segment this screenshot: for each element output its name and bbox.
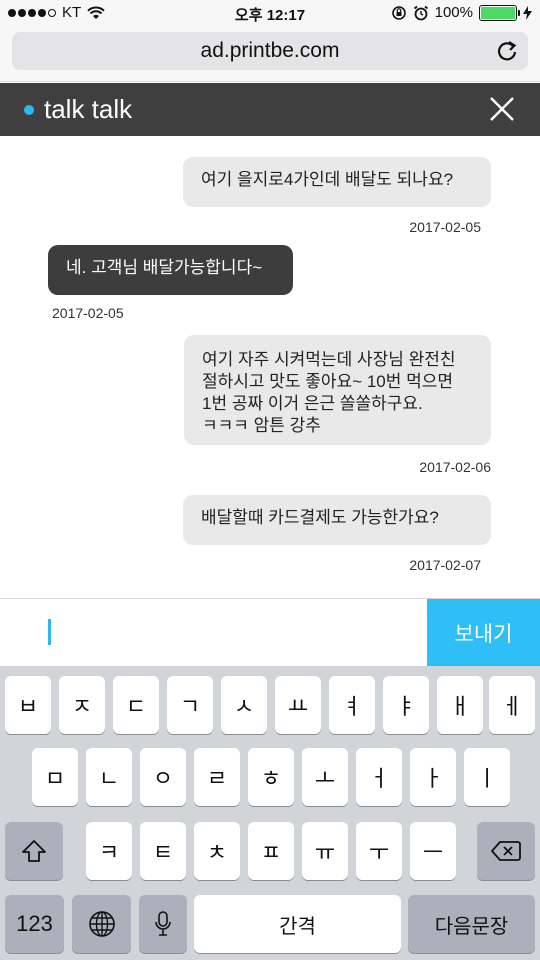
message-bubble-outgoing: 배달할때 카드결제도 가능한가요? — [183, 495, 491, 545]
keyboard: ㅂ ㅈ ㄷ ㄱ ㅅ ㅛ ㅕ ㅑ ㅐ ㅔ ㅁ ㄴ ㅇ ㄹ ㅎ ㅗ ㅓ ㅏ ㅣ ㅋ … — [0, 666, 540, 960]
key[interactable]: ㅇ — [140, 748, 186, 806]
key[interactable]: ㅓ — [356, 748, 402, 806]
return-key-label: 다음문장 — [434, 915, 509, 938]
key[interactable]: ㅜ — [356, 822, 402, 880]
url-text: ad.printbe.com — [200, 39, 340, 62]
key[interactable]: ㅐ — [437, 676, 483, 734]
globe-icon — [88, 911, 115, 937]
key[interactable]: ㅣ — [464, 748, 510, 806]
message-bubble-incoming: 네. 고객님 배달가능합니다~ — [48, 245, 293, 295]
rotation-lock-icon — [391, 5, 406, 20]
message-date: 2017-02-05 — [409, 219, 481, 235]
message-text: 여기 을지로4가인데 배달도 되나요? — [201, 170, 454, 189]
send-button[interactable]: 보내기 — [427, 599, 540, 666]
key[interactable]: ㅁ — [32, 748, 78, 806]
key[interactable]: ㅋ — [86, 822, 132, 880]
message-bubble-outgoing: 여기 을지로4가인데 배달도 되나요? — [183, 157, 491, 207]
message-date: 2017-02-07 — [409, 557, 481, 573]
key[interactable]: ㄴ — [86, 748, 132, 806]
message-text-line: 1번 공짜 이거 은근 쏠쏠하구요. — [202, 394, 423, 413]
numbers-key-label: 123 — [16, 911, 53, 936]
key[interactable]: ㅔ — [489, 676, 535, 734]
key[interactable]: ㅠ — [302, 822, 348, 880]
status-right: 100% — [391, 4, 532, 21]
address-bar[interactable]: ad.printbe.com — [12, 32, 528, 70]
battery-icon — [479, 4, 520, 21]
message-text-line: 여기 자주 시켜먹는데 사장님 완전친 — [202, 350, 456, 369]
shift-key[interactable] — [5, 822, 63, 880]
key[interactable]: ㅕ — [329, 676, 375, 734]
browser-toolbar: ad.printbe.com — [0, 28, 540, 82]
chat-header: talk talk — [0, 83, 540, 136]
message-text: 배달할때 카드결제도 가능한가요? — [201, 508, 439, 527]
return-key[interactable]: 다음문장 — [408, 895, 535, 953]
key[interactable]: ㅅ — [221, 676, 267, 734]
message-input[interactable] — [0, 599, 427, 666]
close-icon[interactable] — [488, 95, 516, 123]
message-text-line: ㅋㅋㅋ 암튼 강추 — [202, 416, 321, 435]
key[interactable]: ㅍ — [248, 822, 294, 880]
microphone-icon — [155, 911, 171, 936]
message-date: 2017-02-06 — [419, 459, 491, 475]
key[interactable]: ㅎ — [248, 748, 294, 806]
message-text: 네. 고객님 배달가능합니다~ — [66, 258, 263, 277]
delete-icon — [491, 841, 521, 861]
numbers-key[interactable]: 123 — [5, 895, 64, 953]
alarm-clock-icon — [413, 5, 428, 20]
key[interactable]: ㄷ — [113, 676, 159, 734]
key[interactable]: ㅊ — [194, 822, 240, 880]
key[interactable]: ㅑ — [383, 676, 429, 734]
shift-icon — [22, 840, 46, 862]
key[interactable]: ㅈ — [59, 676, 105, 734]
composer: 보내기 — [0, 598, 540, 666]
key[interactable]: ㅡ — [410, 822, 456, 880]
message-list: 여기 을지로4가인데 배달도 되나요? 2017-02-05 네. 고객님 배달… — [0, 136, 540, 598]
key[interactable]: ㄹ — [194, 748, 240, 806]
text-cursor — [48, 619, 51, 645]
delete-key[interactable] — [477, 822, 535, 880]
globe-key[interactable] — [72, 895, 131, 953]
message-date: 2017-02-05 — [52, 305, 124, 321]
message-text-line: 절하시고 맛도 좋아요~ 10번 먹으면 — [202, 372, 454, 391]
key[interactable]: ㄱ — [167, 676, 213, 734]
reload-icon[interactable] — [496, 40, 518, 62]
key[interactable]: ㅗ — [302, 748, 348, 806]
chat-title: talk talk — [44, 94, 133, 124]
space-key[interactable]: 간격 — [194, 895, 401, 953]
status-dot-icon — [24, 104, 34, 115]
status-bar: KT 오후 12:17 100% — [0, 0, 540, 28]
key[interactable]: ㅛ — [275, 676, 321, 734]
microphone-key[interactable] — [139, 895, 187, 953]
battery-percent: 100% — [434, 4, 473, 21]
message-bubble-outgoing: 여기 자주 시켜먹는데 사장님 완전친 절하시고 맛도 좋아요~ 10번 먹으면… — [184, 335, 491, 445]
key[interactable]: ㅏ — [410, 748, 456, 806]
key[interactable]: ㅌ — [140, 822, 186, 880]
key[interactable]: ㅂ — [5, 676, 51, 734]
space-key-label: 간격 — [279, 915, 316, 938]
charging-icon — [523, 5, 532, 20]
